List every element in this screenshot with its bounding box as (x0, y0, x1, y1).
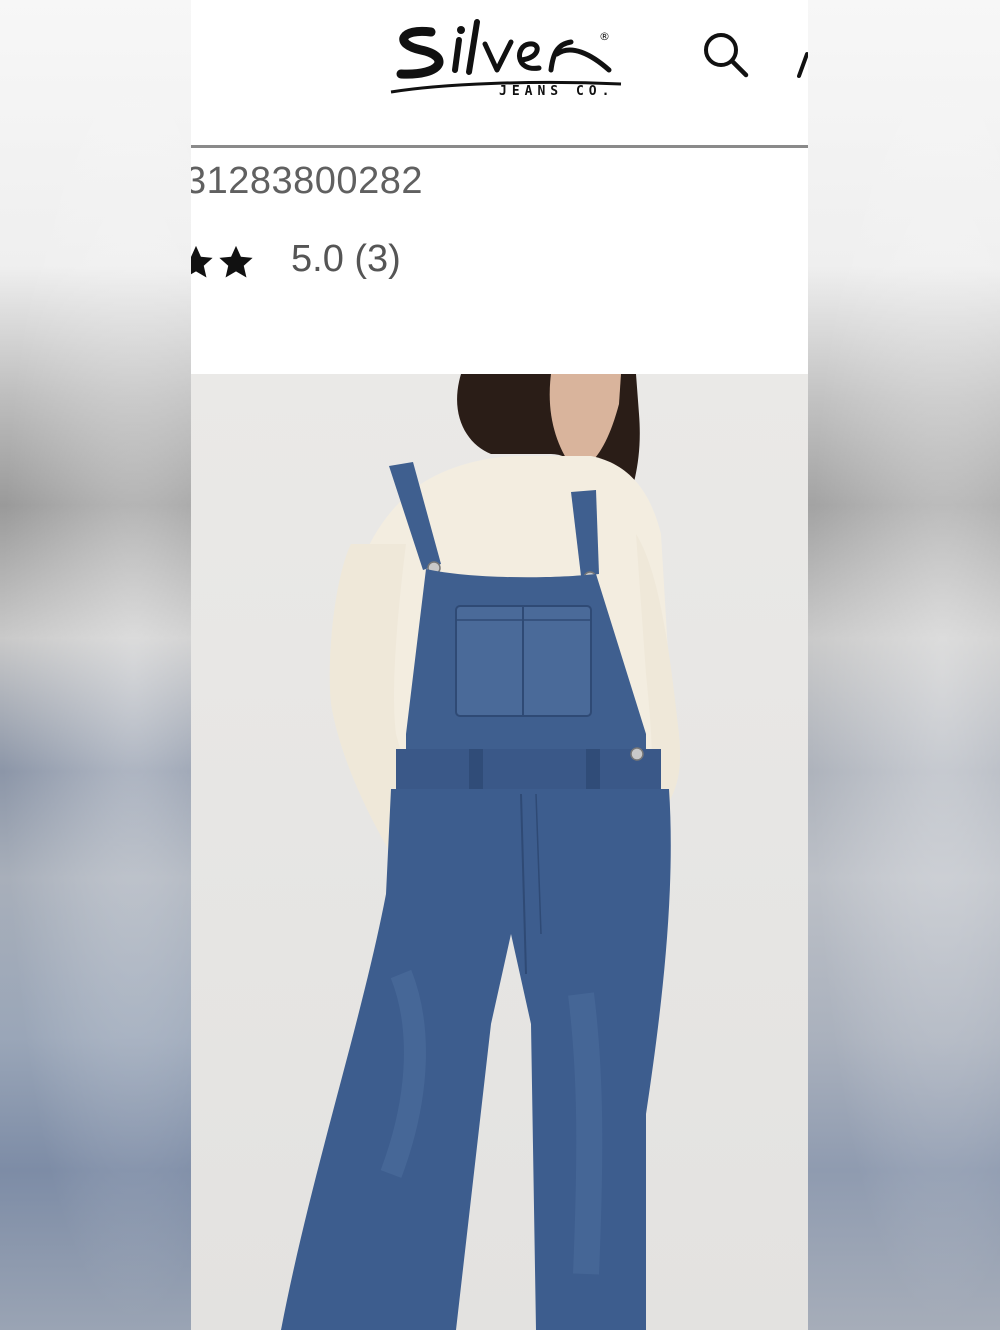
star-rating[interactable] (191, 240, 257, 284)
product-image[interactable] (191, 374, 808, 1330)
product-info: 31283800282 5.0 (3) (191, 148, 808, 374)
brand-logo[interactable]: ® JEANS CO. (381, 14, 631, 106)
page: ® JEANS CO. 31283800282 5.0 (3) (0, 0, 1000, 1330)
blurred-background-left (0, 0, 191, 1330)
registered-mark: ® (599, 30, 610, 43)
phone-screen: ® JEANS CO. 31283800282 5.0 (3) (191, 0, 808, 1330)
rating-value: 5.0 (3) (291, 238, 401, 280)
star-icon (219, 245, 253, 278)
account-icon-partial[interactable] (797, 50, 808, 80)
star-icon (191, 245, 213, 278)
site-header: ® JEANS CO. (191, 0, 808, 148)
brand-subtitle: JEANS CO. (499, 84, 615, 99)
product-sku: 31283800282 (191, 160, 423, 202)
search-icon[interactable] (699, 28, 751, 80)
model-illustration (281, 374, 681, 1330)
blurred-background-right (808, 0, 1000, 1330)
